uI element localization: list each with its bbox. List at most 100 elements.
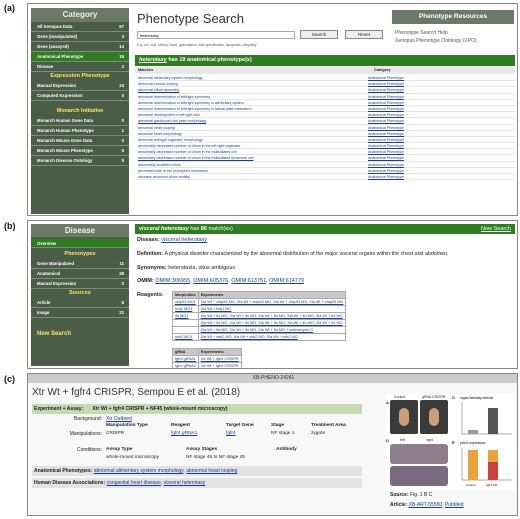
stacked-bar-control (468, 450, 478, 480)
category-link[interactable]: Anatomical Phenotype (368, 106, 404, 111)
search-button[interactable]: Search (300, 30, 338, 39)
category-link[interactable]: Anatomical Phenotype (368, 75, 404, 80)
category-link[interactable]: Anatomical Phenotype (368, 131, 404, 136)
category-link[interactable]: Anatomical Phenotype (368, 94, 404, 99)
reagent-link[interactable]: fgfr4 gRNA1 (171, 431, 226, 439)
sidebar-item[interactable]: Manual Expression 2 (31, 279, 129, 289)
table-cell[interactable]: Xtr Wt + fgfr4 CRISPR (197, 355, 242, 363)
reagents-label: Reagents: (137, 292, 164, 298)
table-cell[interactable]: Xla Wt + cfap53 MO, Xla Wt + cfap53 MO, … (197, 298, 347, 306)
table-cell[interactable]: Xla Wt + ifo MO, Xla Wt + ifo MO, Xla Wt… (197, 326, 347, 334)
anat-link[interactable]: abnormal heart looping (186, 468, 237, 474)
table-cell[interactable]: fgfr4 gRNA2 (172, 362, 199, 368)
match-link[interactable]: abnormally decreased number of cilium in… (138, 155, 368, 160)
table-cell[interactable]: nek2 MO1 (172, 333, 199, 341)
sidebar-item[interactable]: Monarch Mouse Phenotype 0 (31, 146, 129, 156)
sidebar-item-count: 0 (121, 148, 124, 153)
omim-link[interactable]: OMIM:614779 (269, 278, 304, 284)
category-link[interactable]: Anatomical Phenotype (368, 174, 404, 179)
table-cell[interactable]: Xla Wt + nek2 MO, Xla Wt + nek2 MO, Xla … (197, 333, 347, 341)
sidebar-item[interactable]: Gene (manipulated) 4 (31, 32, 129, 42)
disease-sidebar-title: Disease (31, 224, 129, 237)
sidebar-item[interactable]: Gene (assayed) 14 (31, 42, 129, 52)
match-link[interactable]: abnormally localized cilium (138, 162, 368, 167)
search-input[interactable] (137, 31, 295, 39)
phenotypes-list: Gene Manipulated 11 Anatomical 28 Manual Exp… (31, 259, 129, 289)
match-link[interactable]: obsolete abnormal cilium motility (138, 174, 368, 179)
match-link[interactable]: abnormally decreased number of cilium in… (138, 143, 368, 148)
category-link[interactable]: Anatomical Phenotype (368, 87, 404, 92)
match-link[interactable]: abnormal development of left right axis (138, 112, 368, 117)
table-cell[interactable]: Xla Wt + ifo MO, Xla Wt + ifo MO, Xla Wt… (197, 312, 347, 320)
match-link[interactable]: abnormal alimentary system morphology (138, 75, 368, 80)
omim-link[interactable]: OMIM:306955 (155, 278, 190, 284)
category-link[interactable]: Anatomical Phenotype (368, 155, 404, 160)
article-link[interactable]: XB-ART-55550 (409, 502, 443, 508)
results-col-header: Matches Category (135, 67, 515, 74)
match-link[interactable]: abnormally decreased number of cilium in… (138, 149, 368, 154)
category-link[interactable]: Anatomical Phenotype (368, 137, 404, 142)
category-link[interactable]: Anatomical Phenotype (368, 112, 404, 117)
category-link[interactable]: Anatomical Phenotype (368, 143, 404, 148)
background-link[interactable]: Xtr Outbred (106, 416, 132, 422)
sidebar-item[interactable]: Monarch Mouse Gene Data 0 (31, 136, 129, 146)
category-link[interactable]: Anatomical Phenotype (368, 162, 404, 167)
match-link[interactable]: abnormal determination of left/right sym… (138, 100, 368, 105)
reset-button[interactable]: Reset (345, 30, 383, 39)
sidebar-item-count: 67 (119, 24, 124, 29)
match-link[interactable]: abnormal determination of left/right sym… (138, 106, 368, 111)
omim-link[interactable]: OMIM:605376 (193, 278, 228, 284)
match-link[interactable]: abnormal gastrocoel roof plate morpholog… (138, 118, 368, 123)
match-link[interactable]: abnormal determination of left/right sym… (138, 94, 368, 99)
omim-link[interactable]: OMIM:613751 (231, 278, 266, 284)
disease-assoc-link[interactable]: visceral heterotaxy (164, 480, 206, 486)
new-search-sidebar[interactable]: New Search (37, 331, 71, 337)
col-experiments: Experiments (197, 291, 347, 299)
disease-assoc-link[interactable]: congenital heart disease (107, 480, 161, 486)
sidebar-item[interactable]: Monarch Human Phenotype 1 (31, 126, 129, 136)
table-cell[interactable]: Xtr Wt + fgfr4 CRISPR (197, 362, 242, 368)
grna-table: gRNA Experiments fgfr4 gRNA1 Xtr Wt + fgfr… (172, 348, 242, 368)
category-link[interactable]: Anatomical Phenotype (368, 100, 404, 105)
disease-link[interactable]: visceral heterotaxy (161, 237, 207, 243)
background-label: Background: (73, 416, 102, 422)
result-term[interactable]: heterotaxy (139, 57, 167, 63)
sidebar-item[interactable]: Disease 2 (31, 62, 129, 72)
match-link[interactable]: abnormal heart morphology (138, 131, 368, 136)
sidebar-item[interactable]: Monarch Disease Ontology 5 (31, 156, 129, 166)
sidebar-item[interactable]: Anatomical Phenotype 19 (31, 52, 129, 62)
sidebar-item[interactable]: Article 5 (31, 298, 129, 308)
sidebar-item[interactable]: Image 21 (31, 308, 129, 318)
sidebar-item[interactable]: Gene Manipulated 11 (31, 259, 129, 269)
category-link[interactable]: Anatomical Phenotype (368, 125, 404, 130)
category-link[interactable]: Anatomical Phenotype (368, 149, 404, 154)
match-link[interactable]: abnormal cilium assembly (138, 87, 368, 92)
results-table: abnormal alimentary system morphology Ana… (138, 75, 515, 181)
table-cell[interactable]: fgfr4 gRNA1 (172, 355, 199, 363)
table-cell[interactable]: ifo MO1 (172, 312, 199, 320)
table-cell[interactable]: cfap53 MO1 (172, 298, 199, 306)
match-link[interactable]: decreased size of the pronephric mesoder… (138, 168, 368, 173)
match-link[interactable]: abnormal left/right organizer morphology (138, 137, 368, 142)
pubmed-link[interactable]: PubMed (445, 502, 464, 508)
table-cell[interactable]: Xla Wt + ifo MO, Xla Wt + ifo MO, Xla Wt… (197, 319, 347, 327)
match-link[interactable]: abnormal cardiac looping (138, 81, 368, 86)
sidebar-item[interactable]: Computed Expression 0 (31, 91, 129, 101)
category-link[interactable]: Anatomical Phenotype (368, 118, 404, 123)
match-link[interactable]: abnormal heart looping (138, 125, 368, 130)
table-cell[interactable]: Xla Wt + foxj1 MO (197, 305, 347, 313)
anat-link[interactable]: abnormal alimentary system morphology (94, 468, 184, 474)
figure-thumbnail[interactable]: Control gRNA CRISPR A D left right C org… (386, 394, 516, 490)
sidebar-item[interactable]: All Xenopus Data 67 (31, 22, 129, 32)
category-link[interactable]: Anatomical Phenotype (368, 168, 404, 173)
overview-item[interactable]: Overview (31, 239, 129, 248)
sidebar-item[interactable]: Monarch Human Gene Data 0 (31, 116, 129, 126)
xpo-link[interactable]: Xenopus Phenotype Ontology (XPO) (395, 38, 477, 44)
help-link[interactable]: Phenotype Search Help (395, 30, 448, 36)
sidebar-item[interactable]: Manual Expression 24 (31, 81, 129, 91)
category-link[interactable]: Anatomical Phenotype (368, 81, 404, 86)
sidebar-item[interactable]: Anatomical 28 (31, 269, 129, 279)
table-cell[interactable]: foxj1 MO1 (172, 305, 199, 313)
gene-link[interactable]: fgfr4 (226, 431, 271, 439)
new-search-link[interactable]: New Search (481, 224, 511, 234)
